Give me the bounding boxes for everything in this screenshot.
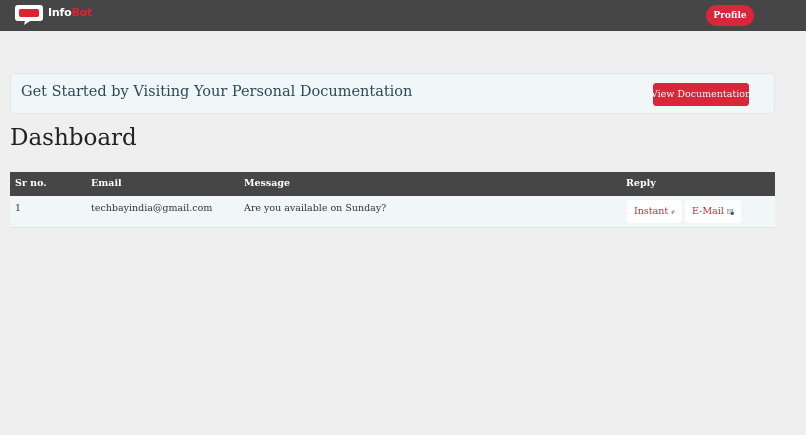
row-message: Are you available on Sunday?	[244, 203, 387, 214]
banner-text: Get Started by Visiting Your Personal Do…	[21, 84, 413, 100]
view-documentation-button[interactable]: View Documentation	[651, 83, 751, 106]
lightning-icon	[671, 209, 675, 214]
header-email: Email	[91, 178, 122, 189]
navbar: InfoBot Profile	[0, 0, 806, 31]
envelope-icon	[726, 208, 734, 215]
header-sr-no: Sr no.	[15, 178, 47, 189]
brand-name: InfoBot	[48, 6, 92, 19]
header-message: Message	[244, 178, 291, 189]
profile-button[interactable]: Profile	[706, 5, 754, 26]
table-row: 1 techbayindia@gmail.com Are you availab…	[10, 196, 775, 228]
row-sr-no: 1	[15, 203, 22, 214]
documentation-banner: Get Started by Visiting Your Personal Do…	[10, 73, 775, 114]
brand[interactable]: InfoBot	[14, 4, 92, 26]
instant-reply-label: Instant	[634, 206, 669, 217]
email-reply-label: E-Mail	[692, 206, 724, 217]
email-reply-button[interactable]: E-Mail	[685, 200, 741, 223]
messages-table: Sr no. Email Message Reply 1 techbayindi…	[10, 172, 775, 228]
header-reply: Reply	[626, 178, 656, 189]
instant-reply-button[interactable]: Instant	[627, 200, 682, 223]
chat-bubble-icon	[15, 5, 43, 25]
brand-name-part-2: Bot	[71, 6, 93, 19]
brand-name-part-1: Info	[48, 6, 72, 19]
table-header: Sr no. Email Message Reply	[10, 172, 775, 196]
page-title: Dashboard	[10, 125, 137, 151]
row-email: techbayindia@gmail.com	[91, 203, 213, 214]
